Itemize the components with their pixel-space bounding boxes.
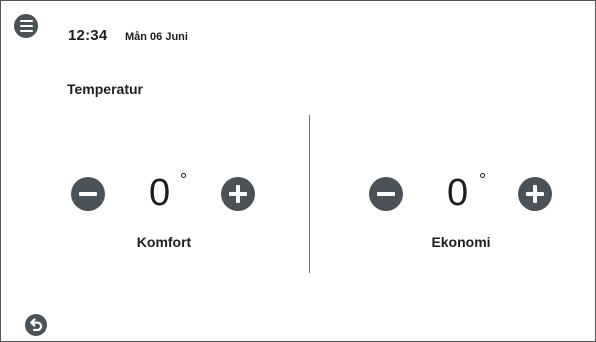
zone-label-ekonomi: Ekonomi <box>431 234 491 250</box>
page-title: Temperatur <box>67 81 143 97</box>
back-arrow-icon <box>30 318 43 332</box>
komfort-decrease-button[interactable] <box>71 177 105 211</box>
menu-icon-bar <box>19 29 33 32</box>
ekonomi-decrease-button[interactable] <box>369 177 403 211</box>
back-button[interactable] <box>25 314 47 336</box>
clock-date: Mån 06 Juni <box>125 31 188 43</box>
komfort-temperature-value: 0 <box>149 172 171 214</box>
zone-label-komfort: Komfort <box>136 234 192 250</box>
clock-time: 12:34 <box>68 27 108 44</box>
ekonomi-degree-unit: ° <box>479 170 487 190</box>
plus-icon-vertical <box>533 185 537 203</box>
menu-icon-bar <box>19 20 33 23</box>
ekonomi-increase-button[interactable] <box>518 177 552 211</box>
plus-icon-vertical <box>236 185 240 203</box>
komfort-degree-unit: ° <box>180 170 188 190</box>
zone-divider <box>309 115 310 273</box>
menu-button[interactable] <box>14 14 38 38</box>
komfort-increase-button[interactable] <box>221 177 255 211</box>
minus-icon <box>79 192 97 196</box>
menu-icon-bar <box>19 24 33 28</box>
ekonomi-temperature-value: 0 <box>447 172 469 214</box>
minus-icon <box>377 192 395 196</box>
screen-frame: 12:34 Mån 06 Juni Temperatur 0 ° Komfort… <box>0 0 596 342</box>
